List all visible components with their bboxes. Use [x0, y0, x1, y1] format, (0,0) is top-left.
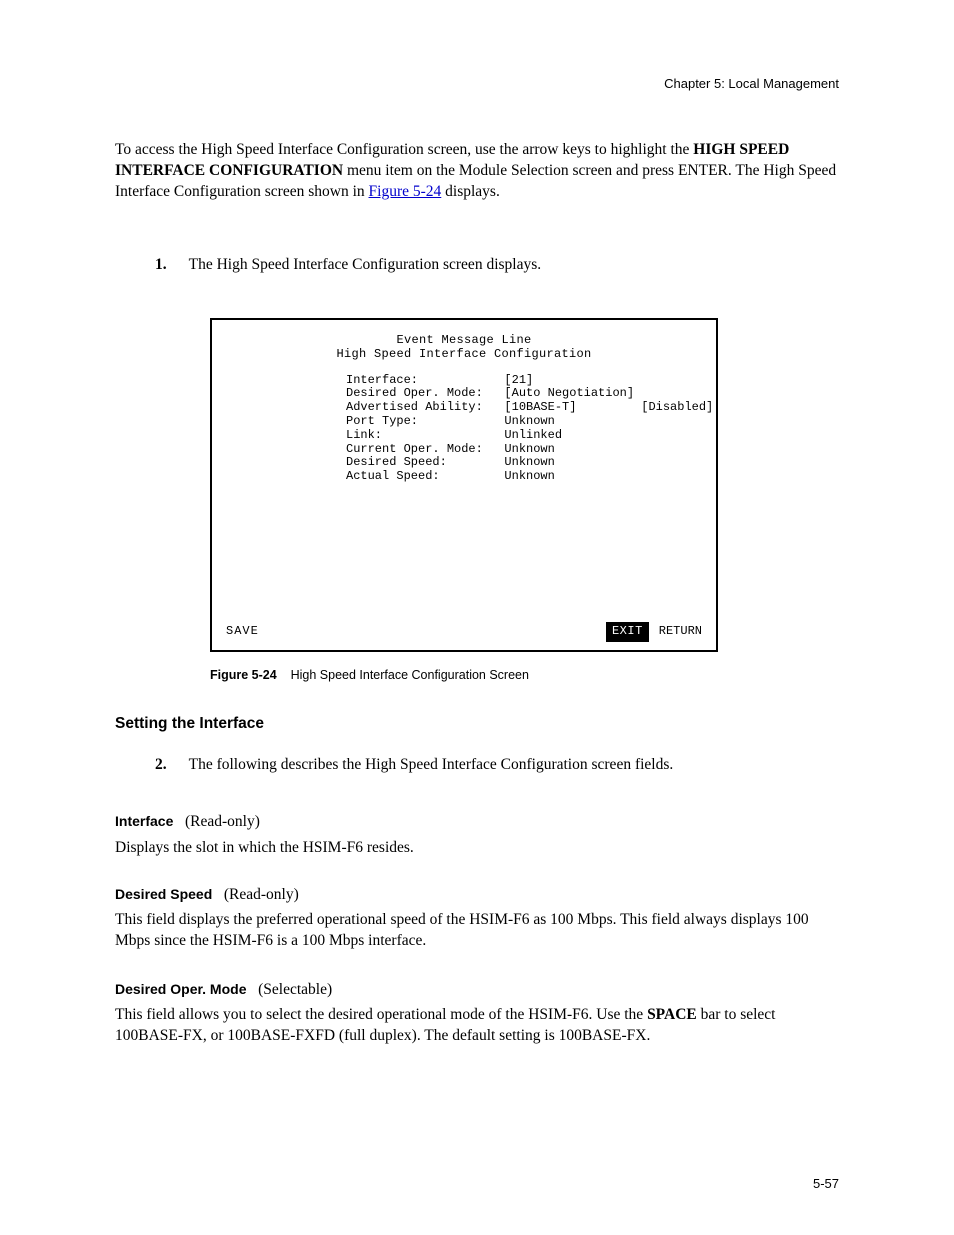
- field-interface-readonly: (Read-only): [185, 813, 260, 830]
- step-2-text: The following describes the High Speed I…: [189, 756, 674, 773]
- field-mode-selectable: (Selectable): [258, 981, 332, 998]
- field-mode-heading: Desired Oper. Mode (Selectable): [115, 980, 845, 1001]
- screen-line: Port Type: Unknown: [346, 415, 702, 429]
- field-mode-body: This field allows you to select the desi…: [115, 1005, 845, 1047]
- mode-body-before: This field allows you to select the desi…: [115, 1006, 647, 1023]
- screen-title: Event Message Line: [226, 334, 702, 348]
- screen-line: Actual Speed: Unknown: [346, 470, 702, 484]
- exit-button[interactable]: EXIT: [606, 622, 649, 642]
- field-interface-body: Displays the slot in which the HSIM-F6 r…: [115, 838, 845, 859]
- screen-line: Current Oper. Mode: Unknown: [346, 443, 702, 457]
- field-interface-name: Interface: [115, 813, 173, 829]
- screen-line: Desired Oper. Mode: [Auto Negotiation]: [346, 387, 702, 401]
- sub-heading: Setting the Interface: [115, 715, 264, 733]
- page: Chapter 5: Local Management To access th…: [0, 0, 954, 1235]
- page-number: 5-57: [813, 1176, 839, 1191]
- screen-menu: Interface: [21] Desired Oper. Mode: [Aut…: [226, 374, 702, 484]
- screen-line: Link: Unlinked: [346, 429, 702, 443]
- intro-paragraph: To access the High Speed Interface Confi…: [115, 140, 845, 203]
- screen-line: Desired Speed: Unknown: [346, 456, 702, 470]
- field-speed-heading: Desired Speed (Read-only): [115, 885, 845, 906]
- intro-text-3: displays.: [445, 183, 500, 200]
- figure-caption: Figure 5-24 High Speed Interface Configu…: [210, 668, 529, 682]
- field-speed-body: This field displays the preferred operat…: [115, 910, 845, 952]
- step-1: 1. The High Speed Interface Configuratio…: [155, 255, 845, 276]
- step-1-text: The High Speed Interface Configuration s…: [189, 256, 542, 273]
- figure-link[interactable]: Figure 5-24: [369, 183, 442, 200]
- step-1-number: 1.: [155, 255, 185, 276]
- screen-footer: SAVE EXIT RETURN: [226, 622, 702, 642]
- terminal-screen: Event Message Line High Speed Interface …: [210, 318, 718, 652]
- step-2: 2. The following describes the High Spee…: [155, 755, 845, 776]
- field-speed-readonly: (Read-only): [224, 886, 299, 903]
- figure-caption-text: High Speed Interface Configuration Scree…: [291, 668, 529, 682]
- screen-line: Interface: [21]: [346, 374, 702, 388]
- mode-body-bold: SPACE: [647, 1006, 697, 1023]
- return-label: RETURN: [659, 625, 702, 639]
- screen-subtitle: High Speed Interface Configuration: [226, 348, 702, 362]
- figure-number: Figure 5-24: [210, 668, 277, 682]
- page-header-right: Chapter 5: Local Management: [0, 76, 954, 91]
- step-2-number: 2.: [155, 755, 185, 776]
- screen-line: Advertised Ability: [10BASE-T] [Disabled…: [346, 401, 702, 415]
- field-mode-name: Desired Oper. Mode: [115, 981, 246, 997]
- intro-text-1: To access the High Speed Interface Confi…: [115, 141, 693, 158]
- save-label: SAVE: [226, 625, 259, 639]
- field-interface-heading: Interface (Read-only): [115, 812, 845, 833]
- field-speed-name: Desired Speed: [115, 886, 212, 902]
